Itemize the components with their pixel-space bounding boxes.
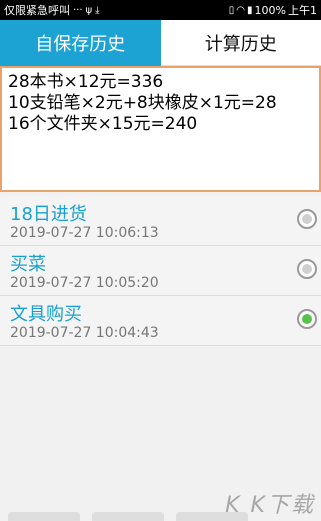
- note-line: 10支铅笔×2元+8块橡皮×1元=28: [8, 93, 277, 113]
- radio-button[interactable]: [297, 309, 317, 329]
- history-title: 买菜: [10, 254, 46, 275]
- radio-dot-icon: [302, 314, 312, 324]
- clock: 上午1: [288, 4, 317, 17]
- battery-icon: ▮: [247, 4, 253, 16]
- vibrate-icon: ▯: [228, 4, 235, 16]
- download-icon: ⤓: [95, 4, 100, 16]
- usb-icon: ψ: [85, 4, 93, 16]
- note-textarea[interactable]: 28本书×12元=336 10支铅笔×2元+8块橡皮×1元=28 16个文件夹×…: [0, 66, 321, 192]
- note-line: 28本书×12元=336: [8, 72, 164, 92]
- history-list: 18日进货 2019-07-27 10:06:13 买菜 2019-07-27 …: [0, 196, 321, 346]
- history-title: 18日进货: [10, 204, 87, 225]
- status-bar: 仅限紧急呼叫 ··· ψ ⤓ ▯ ◠ ▮ 100% 上午1: [0, 0, 321, 20]
- radio-button[interactable]: [297, 259, 317, 279]
- bottom-button[interactable]: [8, 512, 80, 521]
- battery-level: 100%: [254, 3, 286, 17]
- history-item[interactable]: 18日进货 2019-07-27 10:06:13: [0, 196, 321, 246]
- tab-label: 计算历史: [204, 33, 277, 55]
- history-title: 文具购买: [10, 304, 82, 325]
- signal-dots-icon: ···: [73, 4, 83, 16]
- radio-dot-icon: [302, 214, 312, 224]
- tab-label: 自保存历史: [35, 34, 126, 55]
- history-time: 2019-07-27 10:04:43: [10, 325, 159, 341]
- history-time: 2019-07-27 10:05:20: [10, 275, 159, 291]
- status-right: ▯ ◠ ▮ 100% 上午1: [229, 2, 317, 18]
- tab-bar: 自保存历史 计算历史: [0, 20, 321, 66]
- bottom-button[interactable]: [92, 512, 164, 521]
- history-time: 2019-07-27 10:06:13: [10, 225, 159, 241]
- status-left: 仅限紧急呼叫 ··· ψ ⤓: [4, 2, 100, 18]
- wifi-icon: ◠: [236, 4, 246, 16]
- radio-button[interactable]: [297, 209, 317, 229]
- watermark-logo: K K下载: [225, 493, 315, 518]
- history-item[interactable]: 文具购买 2019-07-27 10:04:43: [0, 296, 321, 346]
- note-line: 16个文件夹×15元=240: [8, 114, 198, 134]
- radio-dot-icon: [302, 264, 312, 274]
- history-item[interactable]: 买菜 2019-07-27 10:05:20: [0, 246, 321, 296]
- tab-calc-history[interactable]: 计算历史: [160, 20, 321, 66]
- tab-saved-history[interactable]: 自保存历史: [0, 20, 161, 66]
- status-text: 仅限紧急呼叫: [4, 4, 70, 17]
